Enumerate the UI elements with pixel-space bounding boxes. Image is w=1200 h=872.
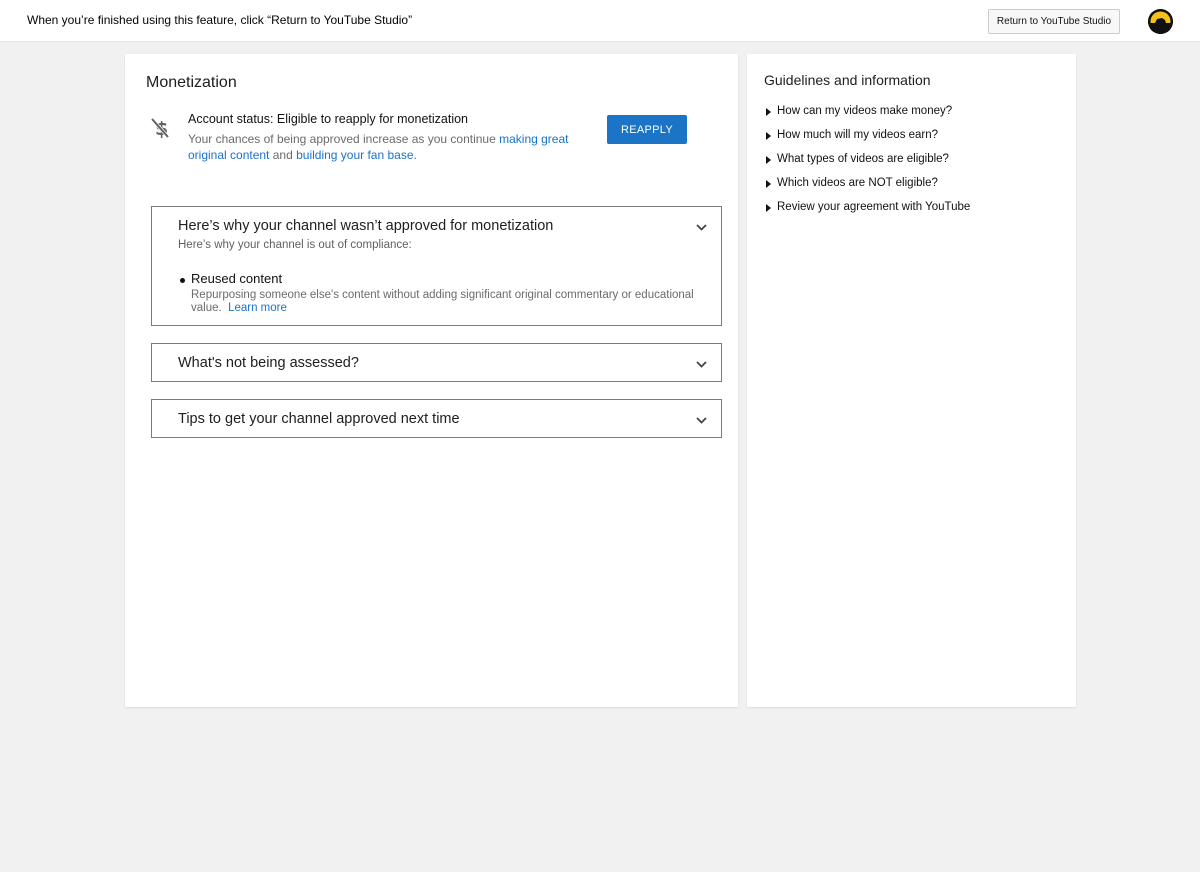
- banner-message: When you’re finished using this feature,…: [27, 13, 413, 27]
- guideline-label: What types of videos are eligible?: [777, 153, 949, 165]
- return-to-studio-button[interactable]: Return to YouTube Studio: [988, 9, 1120, 34]
- guideline-label: Which videos are NOT eligible?: [777, 177, 938, 189]
- guideline-label: Review your agreement with YouTube: [777, 201, 971, 213]
- top-banner: When you’re finished using this feature,…: [0, 0, 1200, 42]
- status-desc-mid: and: [269, 148, 297, 162]
- not-approved-panel-title[interactable]: Here’s why your channel wasn’t approved …: [178, 218, 553, 234]
- tips-panel-title[interactable]: Tips to get your channel approved next t…: [178, 411, 460, 427]
- guideline-label: How much will my videos earn?: [777, 129, 939, 141]
- not-assessed-panel-title[interactable]: What's not being assessed?: [178, 355, 359, 371]
- triangle-right-icon: [766, 180, 771, 188]
- page-title: Monetization: [146, 74, 237, 91]
- channel-avatar-icon[interactable]: [1148, 9, 1173, 34]
- reason-description: Repurposing someone else's content witho…: [191, 289, 711, 315]
- monetization-off-icon: $: [150, 117, 170, 140]
- reapply-button[interactable]: REAPPLY: [607, 115, 687, 144]
- reason-title: Reused content: [191, 271, 283, 286]
- chevron-down-icon[interactable]: [695, 221, 708, 234]
- triangle-right-icon: [766, 132, 771, 140]
- status-desc-prefix: Your chances of being approved increase …: [188, 132, 500, 146]
- bullet-icon: [180, 278, 185, 283]
- account-status-description: Your chances of being approved increase …: [188, 131, 603, 163]
- not-approved-panel: Here’s why your channel wasn’t approved …: [151, 206, 722, 326]
- triangle-right-icon: [766, 108, 771, 116]
- monetization-card: Monetization $ Account status: Eligible …: [125, 54, 738, 707]
- guidelines-card: Guidelines and information How can my vi…: [747, 54, 1076, 707]
- triangle-right-icon: [766, 156, 771, 164]
- tips-panel[interactable]: Tips to get your channel approved next t…: [151, 399, 722, 438]
- guideline-label: How can my videos make money?: [777, 105, 953, 117]
- triangle-right-icon: [766, 204, 771, 212]
- chevron-down-icon[interactable]: [695, 414, 708, 427]
- not-approved-panel-subtitle: Here’s why your channel is out of compli…: [178, 239, 412, 251]
- account-status-title: Account status: Eligible to reapply for …: [188, 112, 469, 126]
- not-assessed-panel[interactable]: What's not being assessed?: [151, 343, 722, 382]
- fan-base-link[interactable]: building your fan base: [296, 148, 413, 162]
- guidelines-title: Guidelines and information: [764, 72, 931, 88]
- chevron-down-icon[interactable]: [695, 358, 708, 371]
- status-desc-suffix: .: [413, 148, 417, 162]
- learn-more-link[interactable]: Learn more: [228, 302, 287, 314]
